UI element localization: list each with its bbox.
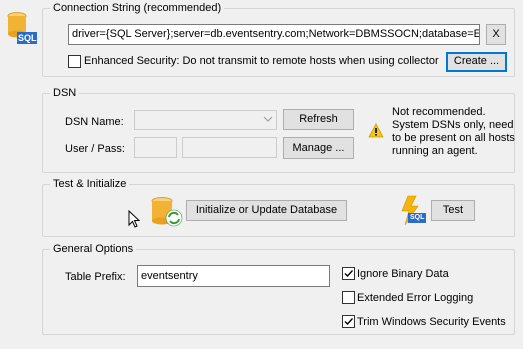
user-pass-label: User / Pass:: [65, 143, 125, 155]
database-sql-icon: SQL: [5, 10, 37, 46]
table-prefix-input[interactable]: eventsentry: [137, 265, 330, 287]
trim-security-label: Trim Windows Security Events: [357, 316, 506, 328]
dsn-name-select[interactable]: [134, 110, 277, 130]
connection-string-input[interactable]: driver={SQL Server};server=db.eventsentr…: [68, 24, 480, 45]
connection-string-title: Connection String (recommended): [50, 2, 225, 15]
extended-logging-checkbox[interactable]: [342, 291, 355, 304]
lightning-sql-icon: SQL: [398, 195, 428, 230]
dsn-title: DSN: [50, 87, 80, 100]
warning-icon: [368, 123, 384, 141]
table-prefix-label: Table Prefix:: [65, 271, 126, 283]
dsn-password-input[interactable]: [182, 137, 277, 158]
clear-connection-button[interactable]: X: [486, 24, 506, 45]
refresh-button[interactable]: Refresh: [283, 109, 354, 130]
chevron-down-icon: [263, 114, 273, 127]
test-button[interactable]: Test: [431, 200, 475, 221]
ignore-binary-checkbox[interactable]: [342, 267, 355, 280]
create-button[interactable]: Create ...: [446, 52, 507, 72]
ignore-binary-label: Ignore Binary Data: [357, 268, 449, 280]
general-options-title: General Options: [50, 243, 137, 256]
dsn-name-label: DSN Name:: [65, 116, 124, 128]
enhanced-security-label: Enhanced Security: Do not transmit to re…: [84, 55, 439, 67]
trim-security-checkbox[interactable]: [342, 315, 355, 328]
test-initialize-title: Test & Initialize: [50, 178, 130, 191]
test-sql-icon-label: SQL: [410, 214, 425, 221]
manage-button[interactable]: Manage ...: [283, 137, 354, 159]
dsn-warning-text: Not recommended. System DSNs only, need …: [392, 106, 515, 157]
database-refresh-icon: [150, 196, 184, 231]
mouse-cursor-icon: [128, 209, 141, 231]
dsn-user-input[interactable]: [134, 137, 177, 158]
extended-logging-label: Extended Error Logging: [357, 292, 474, 304]
sql-icon-label: SQL: [18, 33, 37, 43]
enhanced-security-checkbox[interactable]: [68, 55, 81, 68]
initialize-database-button[interactable]: Initialize or Update Database: [186, 200, 347, 221]
